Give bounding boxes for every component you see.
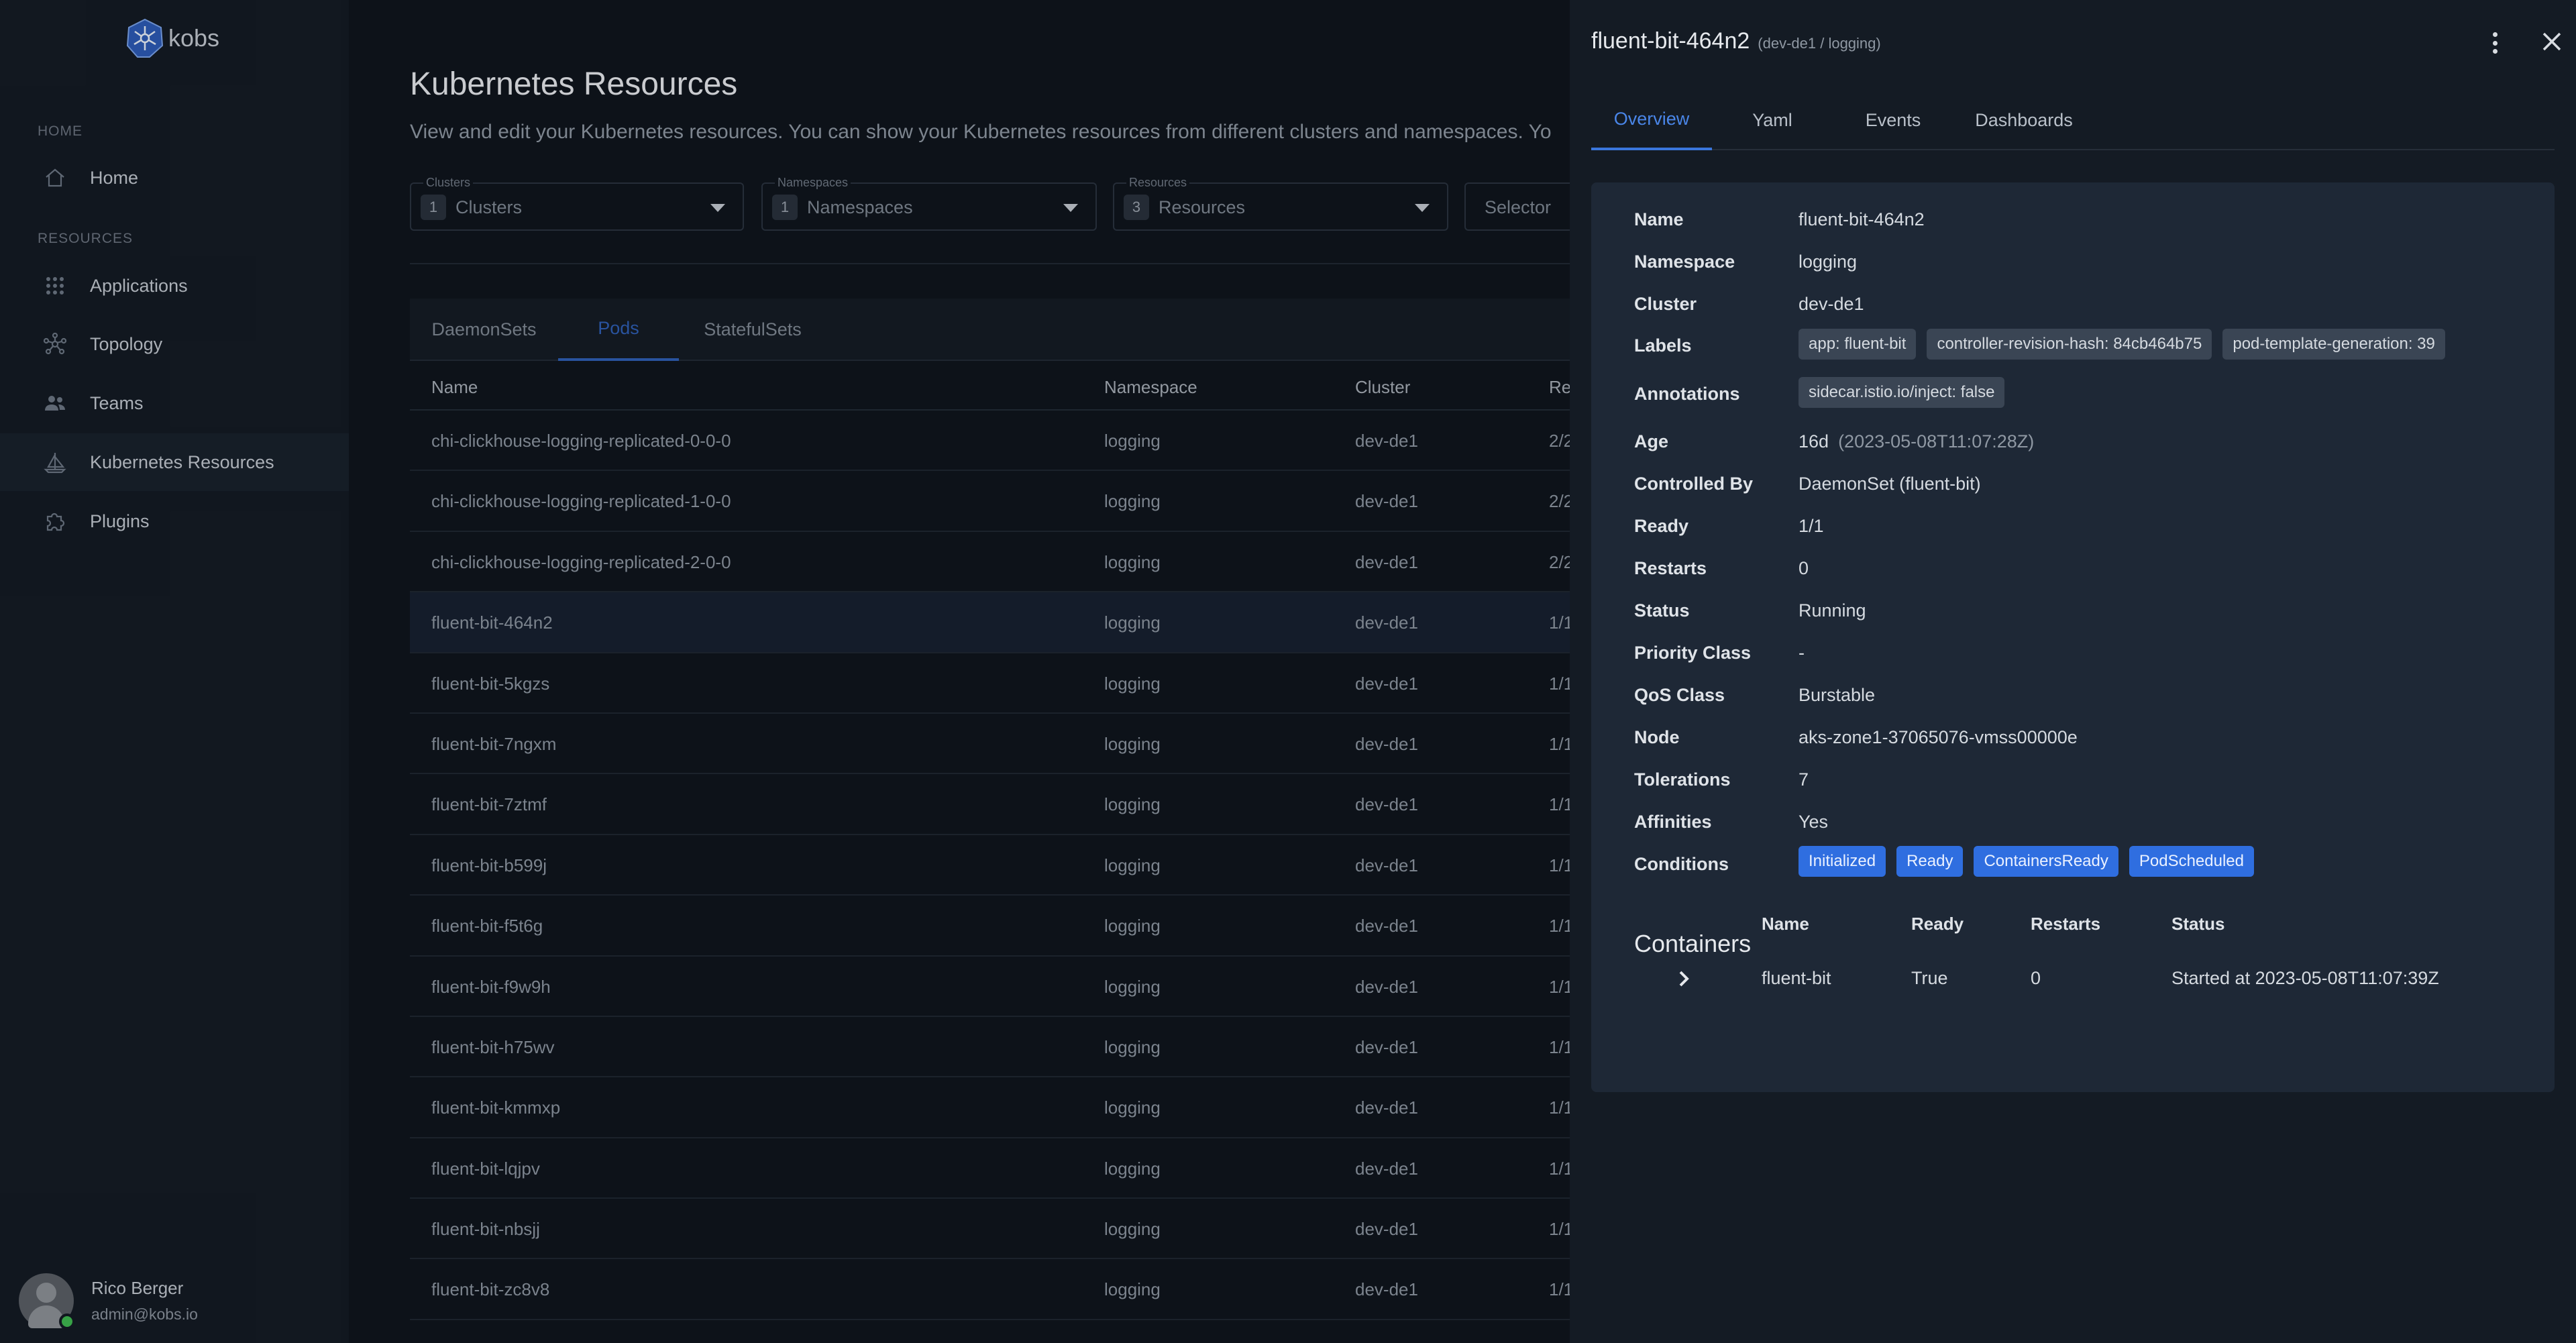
tab-dashboards[interactable]: Dashboards bbox=[1953, 90, 2094, 150]
field-value-text: fluent-bit-464n2 bbox=[1799, 209, 1925, 229]
field-value: 0 bbox=[1799, 558, 1809, 579]
container-name: fluent-bit bbox=[1762, 968, 1831, 988]
containers-column-header: Ready bbox=[1911, 914, 1964, 934]
field-label: QoS Class bbox=[1634, 685, 1725, 705]
field-value-text: - bbox=[1799, 643, 1805, 663]
field-value-text: 16d bbox=[1799, 431, 1829, 451]
condition-badge: Initialized bbox=[1799, 846, 1886, 877]
field-priority-class: Priority Class - bbox=[1634, 639, 2546, 665]
field-value-text: aks-zone1-37065076-vmss00000e bbox=[1799, 727, 2078, 747]
drawer-tabs: Overview Yaml Events Dashboards bbox=[1591, 90, 2555, 150]
containers-title: Containers bbox=[1634, 930, 1752, 957]
field-value: logging bbox=[1799, 252, 1857, 272]
containers-column-header: Restarts bbox=[2031, 914, 2101, 934]
chevron-right-icon[interactable] bbox=[1674, 969, 1693, 988]
tab-events[interactable]: Events bbox=[1833, 90, 1953, 150]
close-icon[interactable] bbox=[2540, 30, 2564, 54]
field-label: Ready bbox=[1634, 516, 1689, 536]
label-chip[interactable]: sidecar.istio.io/inject: false bbox=[1799, 377, 2005, 408]
tab-yaml[interactable]: Yaml bbox=[1712, 90, 1833, 150]
field-value: Burstable bbox=[1799, 685, 1875, 706]
more-options-icon[interactable] bbox=[2485, 30, 2505, 56]
field-name: Name fluent-bit-464n2 bbox=[1634, 205, 2546, 232]
field-cluster: Cluster dev-de1 bbox=[1634, 290, 2546, 317]
field-value[interactable]: DaemonSet (fluent-bit) bbox=[1799, 474, 1981, 494]
field-affinities: Affinities Yes bbox=[1634, 808, 2546, 835]
details-drawer: fluent-bit-464n2 (dev-de1 / logging) Over… bbox=[1570, 0, 2576, 1343]
field-value: 7 bbox=[1799, 769, 1809, 790]
condition-badge: PodScheduled bbox=[2129, 846, 2255, 877]
label-chip[interactable]: controller-revision-hash: 84cb464b75 bbox=[1927, 329, 2212, 360]
container-ready: True bbox=[1911, 968, 1948, 988]
field-label: Age bbox=[1634, 431, 1669, 451]
field-labels: Labels app: fluent-bit controller-revision… bbox=[1634, 329, 2546, 360]
label-chip[interactable]: app: fluent-bit bbox=[1799, 329, 1917, 360]
container-status: Started at 2023-05-08T11:07:39Z bbox=[2171, 968, 2439, 988]
annotations-chips: sidecar.istio.io/inject: false bbox=[1799, 377, 2005, 408]
field-value: - bbox=[1799, 643, 1805, 663]
field-label: Conditions bbox=[1634, 854, 1729, 874]
field-value-text: 1/1 bbox=[1799, 516, 1824, 536]
field-label: Namespace bbox=[1634, 252, 1735, 272]
labels-chips: app: fluent-bit controller-revision-hash:… bbox=[1799, 329, 2445, 360]
drawer-title: fluent-bit-464n2 (dev-de1 / logging) bbox=[1591, 28, 1881, 54]
field-label: Affinities bbox=[1634, 812, 1712, 832]
field-label: Cluster bbox=[1634, 294, 1697, 314]
field-annotations: Annotations sidecar.istio.io/inject: fals… bbox=[1634, 377, 2546, 408]
field-qos-class: QoS Class Burstable bbox=[1634, 681, 2546, 708]
drawer-subtitle: (dev-de1 / logging) bbox=[1758, 35, 1881, 52]
field-value[interactable]: aks-zone1-37065076-vmss00000e bbox=[1799, 727, 2078, 748]
label-chip[interactable]: pod-template-generation: 39 bbox=[2222, 329, 2445, 360]
field-value-text: Yes bbox=[1799, 812, 1829, 832]
field-label: Node bbox=[1634, 727, 1680, 747]
field-label: Status bbox=[1634, 600, 1690, 621]
field-value-text: DaemonSet (fluent-bit) bbox=[1799, 474, 1981, 494]
field-age: Age 16d (2023-05-08T11:07:28Z) bbox=[1634, 427, 2546, 454]
field-value-text: dev-de1 bbox=[1799, 294, 1864, 314]
field-restarts: Restarts 0 bbox=[1634, 554, 2546, 581]
container-restarts: 0 bbox=[2031, 968, 2041, 988]
field-label: Labels bbox=[1634, 335, 1692, 356]
field-label: Name bbox=[1634, 209, 1684, 229]
containers-column-header: Name bbox=[1762, 914, 1809, 934]
field-conditions: Conditions Initialized Ready ContainersRead… bbox=[1634, 846, 2546, 877]
containers-column-header: Status bbox=[2171, 914, 2225, 934]
field-value: 16d (2023-05-08T11:07:28Z) bbox=[1799, 431, 2034, 452]
field-controlled-by: Controlled By DaemonSet (fluent-bit) bbox=[1634, 470, 2546, 496]
field-node: Node aks-zone1-37065076-vmss00000e bbox=[1634, 723, 2546, 750]
field-ready: Ready 1/1 bbox=[1634, 512, 2546, 539]
field-value: Running bbox=[1799, 600, 1866, 621]
field-label: Controlled By bbox=[1634, 474, 1754, 494]
drawer-title-name: fluent-bit-464n2 bbox=[1591, 28, 1750, 54]
conditions-chips: Initialized Ready ContainersReady PodSchedu… bbox=[1799, 846, 2255, 877]
field-label: Annotations bbox=[1634, 384, 1740, 404]
field-tolerations: Tolerations 7 bbox=[1634, 765, 2546, 792]
field-value: 1/1 bbox=[1799, 516, 1824, 537]
field-value: dev-de1 bbox=[1799, 294, 1864, 315]
field-value: Yes bbox=[1799, 812, 1828, 832]
field-namespace: Namespace logging bbox=[1634, 248, 2546, 274]
field-value-detail: (2023-05-08T11:07:28Z) bbox=[1838, 431, 2035, 451]
tab-overview[interactable]: Overview bbox=[1591, 90, 1712, 150]
field-label: Tolerations bbox=[1634, 769, 1731, 790]
field-value-text: 0 bbox=[1799, 558, 1809, 578]
modal-backdrop[interactable] bbox=[0, 0, 1570, 1343]
field-value: fluent-bit-464n2 bbox=[1799, 209, 1925, 230]
field-value-text: Running bbox=[1799, 600, 1866, 621]
field-label: Priority Class bbox=[1634, 643, 1752, 663]
field-value-text: logging bbox=[1799, 252, 1858, 272]
field-status: Status Running bbox=[1634, 596, 2546, 623]
field-value-text: 7 bbox=[1799, 769, 1809, 790]
condition-badge: ContainersReady bbox=[1974, 846, 2118, 877]
condition-badge: Ready bbox=[1896, 846, 1964, 877]
field-label: Restarts bbox=[1634, 558, 1707, 578]
field-value-text: Burstable bbox=[1799, 685, 1876, 705]
overview-card: Name fluent-bit-464n2 Namespace logging Clus… bbox=[1591, 182, 2555, 1092]
